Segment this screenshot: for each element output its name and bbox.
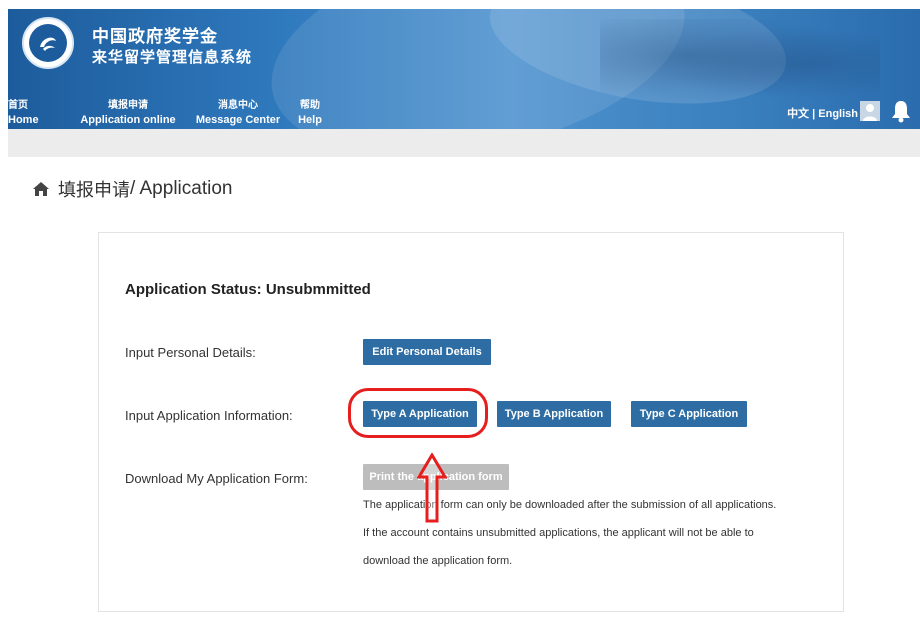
- page-title: 填报申请 / Application: [32, 176, 232, 202]
- lang-separator: |: [809, 108, 819, 120]
- notification-bell-icon[interactable]: [890, 99, 912, 123]
- application-card: Application Status: Unsubmmitted Input P…: [98, 232, 844, 612]
- main-nav: 首页 Home 填报申请 Application online 消息中心 Mes…: [8, 93, 336, 129]
- language-switcher: 中文 | English: [787, 105, 858, 121]
- download-note-line-2: If the account contains unsubmitted appl…: [363, 527, 754, 539]
- site-header: 中国政府奖学金 来华留学管理信息系统 首页 Home 填报申请 Applicat…: [8, 9, 920, 129]
- nav-application-cn: 填报申请: [108, 100, 148, 111]
- type-b-application-button[interactable]: Type B Application: [497, 401, 611, 427]
- nav-help[interactable]: 帮助 Help: [296, 93, 336, 129]
- nav-message-en: Message Center: [195, 114, 281, 126]
- edit-personal-details-button[interactable]: Edit Personal Details: [363, 339, 491, 365]
- nav-message-cn: 消息中心: [218, 100, 258, 111]
- nav-message-center[interactable]: 消息中心 Message Center: [192, 93, 296, 129]
- world-map-decoration: [600, 19, 880, 109]
- lang-english-link[interactable]: English: [818, 108, 858, 120]
- type-c-application-button[interactable]: Type C Application: [631, 401, 747, 427]
- nav-application-en: Application online: [80, 114, 176, 126]
- nav-help-cn: 帮助: [300, 100, 320, 111]
- nav-home-en: Home: [8, 114, 39, 126]
- nav-help-en: Help: [298, 114, 322, 126]
- nav-home-cn: 首页: [8, 100, 28, 111]
- nav-home[interactable]: 首页 Home: [8, 93, 76, 129]
- home-icon: [33, 182, 49, 196]
- brand-subtitle: 来华留学管理信息系统: [92, 48, 253, 66]
- application-status: Application Status: Unsubmmitted: [125, 281, 371, 298]
- lang-chinese-link[interactable]: 中文: [787, 107, 809, 120]
- application-info-label: Input Application Information:: [125, 408, 293, 423]
- brand-title: 中国政府奖学金: [92, 27, 218, 47]
- logo-emblem-icon: [29, 24, 67, 62]
- user-avatar-icon[interactable]: [860, 101, 880, 121]
- header-divider-strip: [8, 129, 920, 157]
- scholarship-logo[interactable]: [22, 17, 74, 69]
- page-title-cn: 填报申请: [58, 180, 130, 201]
- nav-application-online[interactable]: 填报申请 Application online: [76, 93, 192, 129]
- up-arrow-annotation-icon: [417, 453, 447, 523]
- page-title-en: / Application: [130, 178, 233, 199]
- download-note-line-3: download the application form.: [363, 555, 513, 567]
- highlight-ellipse-annotation: [348, 388, 488, 438]
- personal-details-label: Input Personal Details:: [125, 345, 256, 360]
- download-form-label: Download My Application Form:: [125, 471, 308, 486]
